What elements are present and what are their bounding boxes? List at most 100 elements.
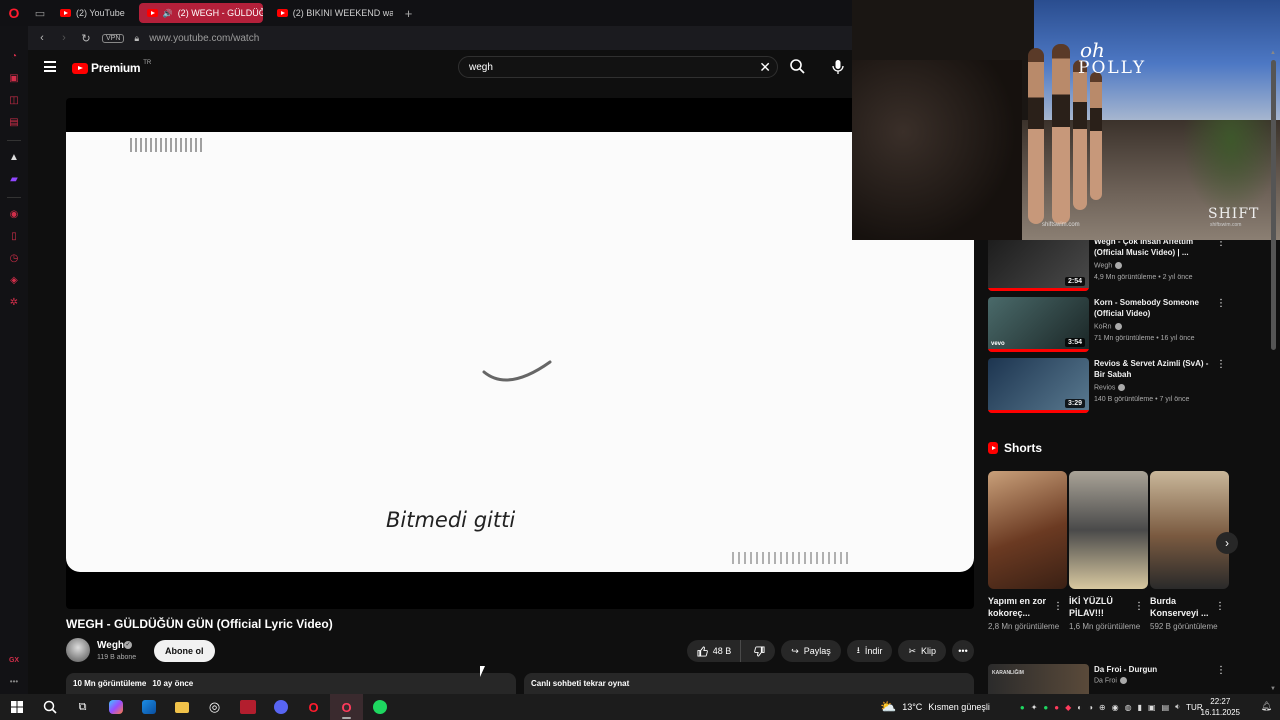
tray-app-icon[interactable]: ◍ <box>1125 703 1132 712</box>
list-item[interactable]: KARANLIĞIM Da Froi - Durgun Da Froi ⋮ <box>988 664 1232 694</box>
tray-app-icon[interactable]: ⊕ <box>1099 703 1106 712</box>
discord-icon[interactable] <box>264 694 297 720</box>
bookmarks-icon[interactable]: ▯ <box>7 230 21 244</box>
dislike-button[interactable] <box>746 640 775 662</box>
short-card[interactable]: İKİ YÜZLÜ PİLAV!!! 1,6 Mn görüntüleme ⋮ <box>1069 471 1148 646</box>
video-title[interactable]: Da Froi - Durgun <box>1094 664 1214 675</box>
tray-app-icon[interactable]: ◆ <box>1065 703 1071 712</box>
workspaces-icon[interactable]: ▭ <box>28 7 52 20</box>
search-icon[interactable] <box>33 694 66 720</box>
short-title[interactable]: Yapımı en zor kokoreç... <box>988 595 1054 619</box>
scroll-down-icon[interactable]: ▼ <box>1270 686 1276 692</box>
channel-name[interactable]: Da Froi <box>1094 677 1127 684</box>
outlook-icon[interactable] <box>132 694 165 720</box>
picture-in-picture-player[interactable]: oh POLLY shiftswim.com SHIFT shiftswim.c… <box>852 0 1280 240</box>
like-button[interactable]: 48 B <box>687 640 742 662</box>
tab-wegh-video[interactable]: 🔊 (2) WEGH - GÜLDÜĞ <box>138 3 263 23</box>
download-button[interactable]: ⭳ İndir <box>846 640 893 662</box>
vpn-badge[interactable]: VPN <box>102 33 125 43</box>
network-icon[interactable]: ▤ <box>1162 703 1170 712</box>
search-input[interactable] <box>469 61 739 73</box>
channel-avatar[interactable] <box>66 638 90 662</box>
tray-app-icon[interactable]: ● <box>1043 703 1048 712</box>
more-vertical-icon[interactable]: ⋮ <box>1216 299 1226 309</box>
more-vertical-icon[interactable]: ⋮ <box>1215 601 1225 612</box>
browser-icon[interactable]: ◎ <box>198 694 231 720</box>
volume-icon[interactable]: 🔉︎ <box>1175 702 1180 712</box>
spotify-tray-icon[interactable]: ● <box>1020 703 1025 712</box>
video-player[interactable]: Bitmedi gitti <box>66 98 974 609</box>
search-button[interactable] <box>788 57 808 77</box>
channel-name[interactable]: Revios <box>1094 384 1126 391</box>
channel-name[interactable]: KoRn <box>1094 323 1122 330</box>
tray-app-icon[interactable]: ▣ <box>1148 703 1156 712</box>
clock-icon[interactable]: ◷ <box>7 252 21 266</box>
youtube-premium-logo[interactable]: Premium TR <box>72 60 151 75</box>
short-title[interactable]: Burda Konserveyi ... <box>1150 595 1216 619</box>
spotify-icon[interactable] <box>363 694 396 720</box>
reload-icon[interactable]: ↻ <box>80 32 92 45</box>
video-thumbnail[interactable]: vevo 3:54 <box>988 297 1089 352</box>
short-title[interactable]: İKİ YÜZLÜ PİLAV!!! <box>1069 595 1135 619</box>
opera-icon[interactable]: O <box>297 694 330 720</box>
more-vertical-icon[interactable]: ⋮ <box>1216 666 1226 676</box>
page-scrollbar[interactable]: ▲ ▼ <box>1268 50 1280 694</box>
messenger-icon[interactable]: ◫ <box>7 94 21 108</box>
back-arrow-icon[interactable]: ‹ <box>36 32 48 44</box>
opera-gx-icon[interactable]: O <box>330 694 363 720</box>
opera-logo-icon[interactable]: O <box>0 0 28 26</box>
windows-start-icon[interactable] <box>0 694 33 720</box>
voice-search-button[interactable] <box>828 56 848 78</box>
copilot-icon[interactable] <box>99 694 132 720</box>
short-thumbnail[interactable] <box>1069 471 1148 589</box>
tray-app-icon[interactable]: ◉ <box>1112 703 1119 712</box>
news-icon[interactable]: ▤ <box>7 116 21 130</box>
more-vertical-icon[interactable]: ⋮ <box>1053 601 1063 612</box>
history-icon[interactable]: ◔ <box>7 50 21 64</box>
clip-button[interactable]: ✂ Klip <box>898 640 946 662</box>
scrollbar-thumb[interactable] <box>1271 60 1276 350</box>
more-vertical-icon[interactable]: ⋮ <box>1134 601 1144 612</box>
new-tab-plus-icon[interactable]: + <box>399 6 419 21</box>
speaker-icon[interactable]: 🔊 <box>163 9 173 18</box>
share-button[interactable]: ↪ Paylaş <box>781 640 841 662</box>
player-icon[interactable]: ◉ <box>7 208 21 222</box>
file-explorer-icon[interactable] <box>165 694 198 720</box>
tab-youtube-home[interactable]: (2) YouTube <box>52 3 133 23</box>
tab-bikini-weekend[interactable]: (2) BIKINI WEEKEND wat <box>269 3 393 23</box>
bag-icon[interactable]: ▣ <box>7 72 21 86</box>
more-vertical-icon[interactable]: ⋮ <box>1216 360 1226 370</box>
extensions-icon[interactable]: ◈ <box>7 274 21 288</box>
forward-arrow-icon[interactable]: › <box>58 32 70 44</box>
short-thumbnail[interactable] <box>988 471 1067 589</box>
more-actions-button[interactable]: ••• <box>952 640 974 662</box>
sidebar-more-icon[interactable]: ••• <box>10 677 18 686</box>
url-field[interactable]: www.youtube.com/watch <box>149 33 259 44</box>
tray-app-icon[interactable]: ✦ <box>1031 703 1038 712</box>
hamburger-menu-icon[interactable] <box>44 61 56 72</box>
lock-icon[interactable]: 🔒︎ <box>134 33 139 44</box>
tray-app-icon[interactable]: ◐ <box>1077 703 1082 712</box>
subscribe-button[interactable]: Abone ol <box>154 640 215 662</box>
notifications-bell-icon[interactable]: 🔔︎ <box>1261 701 1272 712</box>
clear-search-icon[interactable]: ✕ <box>759 59 771 76</box>
twitch-icon[interactable]: ▰ <box>7 173 21 187</box>
weather-partly-sunny-icon[interactable]: ⛅ <box>880 699 896 715</box>
video-thumbnail[interactable]: 3:29 <box>988 358 1089 413</box>
video-title[interactable]: Revios & Servet Azimli (SvA) - Bir Sabah <box>1094 358 1214 380</box>
video-title[interactable]: Korn - Somebody Someone (Official Video) <box>1094 297 1214 319</box>
video-thumbnail[interactable]: KARANLIĞIM <box>988 664 1089 694</box>
short-thumbnail[interactable] <box>1150 471 1229 589</box>
scroll-up-icon[interactable]: ▲ <box>1270 50 1276 56</box>
task-view-icon[interactable]: ⧉ <box>66 694 99 720</box>
tray-app-icon[interactable]: ● <box>1054 703 1059 712</box>
channel-name[interactable]: Wegh <box>97 640 124 651</box>
video-thumbnail[interactable]: 2:54 <box>988 236 1089 291</box>
channel-name[interactable]: Wegh <box>1094 262 1123 269</box>
settings-gear-icon[interactable]: ✲ <box>7 296 21 310</box>
shorts-next-chevron-icon[interactable]: › <box>1216 532 1238 554</box>
short-card[interactable]: Yapımı en zor kokoreç... 2,8 Mn görüntül… <box>988 471 1067 646</box>
list-item[interactable]: vevo 3:54 Korn - Somebody Someone (Offic… <box>988 297 1232 353</box>
list-item[interactable]: 2:54 Wegh - Çok İnsan Affettim (Official… <box>988 236 1232 292</box>
aria-icon[interactable]: ▲ <box>7 151 21 165</box>
